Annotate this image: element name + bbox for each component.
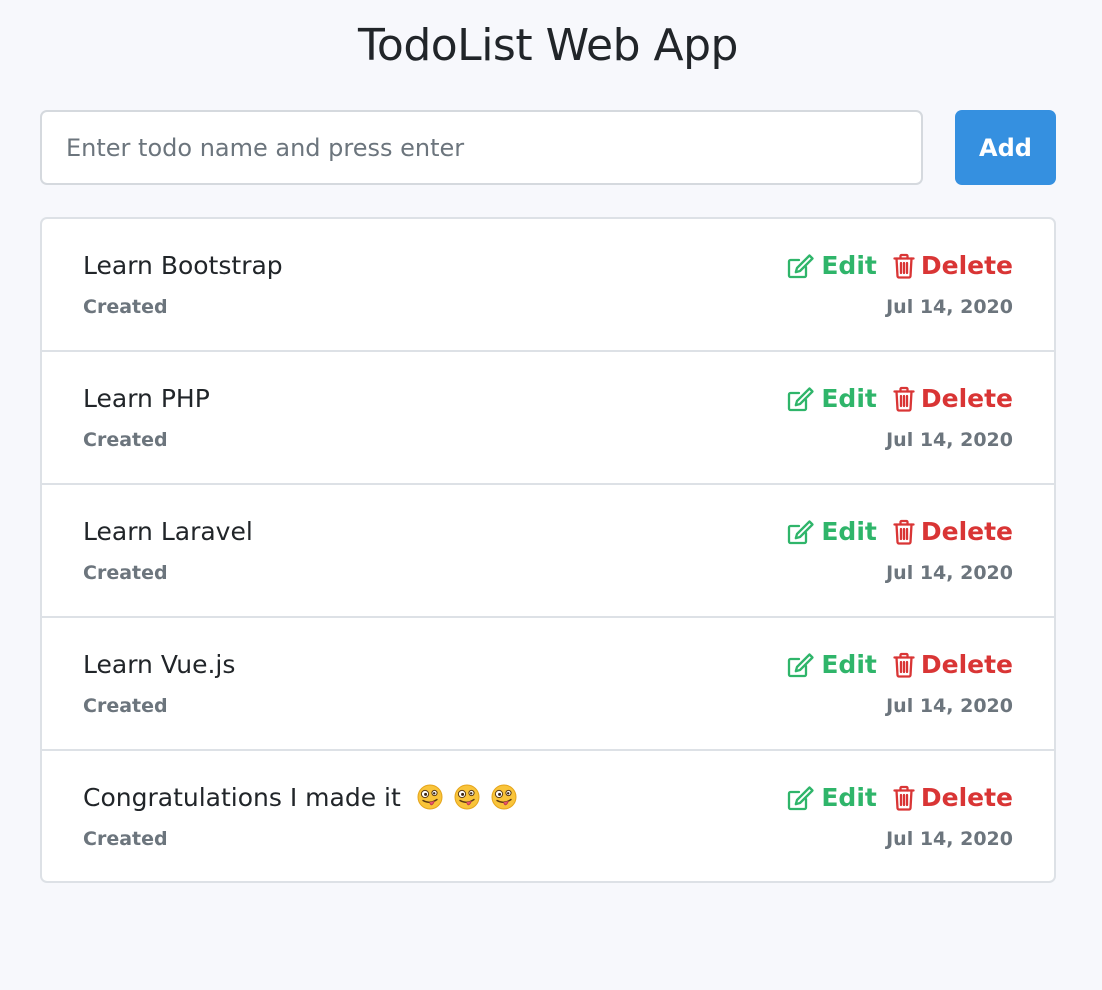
- delete-label: Delete: [920, 650, 1013, 679]
- delete-label: Delete: [920, 251, 1013, 280]
- trash-icon: [893, 652, 915, 678]
- trash-icon: [893, 386, 915, 412]
- todo-status: Created: [83, 828, 168, 850]
- todo-actions: Edit Delete: [787, 781, 1013, 815]
- todo-actions: Edit Delete: [787, 515, 1013, 549]
- edit-button[interactable]: Edit: [787, 382, 877, 416]
- edit-icon: [787, 253, 815, 279]
- edit-button[interactable]: Edit: [787, 515, 877, 549]
- todo-date: Jul 14, 2020: [886, 296, 1013, 318]
- todo-name: Learn Bootstrap: [83, 251, 283, 280]
- add-todo-form: Add: [40, 110, 1056, 185]
- edit-button[interactable]: Edit: [787, 648, 877, 682]
- trash-icon: [893, 785, 915, 811]
- todo-date: Jul 14, 2020: [886, 562, 1013, 584]
- todo-name: Learn PHP: [83, 384, 210, 413]
- edit-label: Edit: [821, 783, 877, 812]
- trash-icon: [893, 519, 915, 545]
- edit-label: Edit: [821, 251, 877, 280]
- todo-list: Learn Bootstrap Edit Delete Created Jul …: [40, 217, 1056, 883]
- delete-button[interactable]: Delete: [893, 382, 1013, 416]
- delete-button[interactable]: Delete: [893, 648, 1013, 682]
- edit-label: Edit: [821, 650, 877, 679]
- todo-date: Jul 14, 2020: [886, 695, 1013, 717]
- todo-actions: Edit Delete: [787, 249, 1013, 283]
- todo-actions: Edit Delete: [787, 382, 1013, 416]
- todo-name: Learn Laravel: [83, 517, 253, 546]
- todo-status: Created: [83, 429, 168, 451]
- todo-item: Learn Vue.js Edit Delete Created Jul 14,…: [42, 618, 1054, 751]
- todo-name-input[interactable]: [40, 110, 923, 185]
- edit-icon: [787, 386, 815, 412]
- edit-label: Edit: [821, 384, 877, 413]
- edit-button[interactable]: Edit: [787, 249, 877, 283]
- todo-date: Jul 14, 2020: [886, 828, 1013, 850]
- add-button[interactable]: Add: [955, 110, 1056, 185]
- delete-button[interactable]: Delete: [893, 781, 1013, 815]
- todo-item: Learn Laravel Edit Delete Created Jul 14…: [42, 485, 1054, 618]
- zany-face-emoji: [454, 784, 480, 810]
- todo-actions: Edit Delete: [787, 648, 1013, 682]
- todo-status: Created: [83, 695, 168, 717]
- todo-date: Jul 14, 2020: [886, 429, 1013, 451]
- edit-button[interactable]: Edit: [787, 781, 877, 815]
- delete-label: Delete: [920, 783, 1013, 812]
- delete-label: Delete: [920, 517, 1013, 546]
- zany-face-emoji: [491, 784, 517, 810]
- page-title: TodoList Web App: [358, 20, 738, 71]
- delete-label: Delete: [920, 384, 1013, 413]
- todo-item: Congratulations I made it Edit Delete Cr…: [42, 751, 1054, 881]
- edit-icon: [787, 652, 815, 678]
- edit-label: Edit: [821, 517, 877, 546]
- edit-icon: [787, 785, 815, 811]
- zany-face-emoji: [417, 784, 443, 810]
- edit-icon: [787, 519, 815, 545]
- delete-button[interactable]: Delete: [893, 249, 1013, 283]
- todo-status: Created: [83, 296, 168, 318]
- todo-name-row: Congratulations I made it: [83, 781, 517, 815]
- todo-status: Created: [83, 562, 168, 584]
- todo-item: Learn PHP Edit Delete Created Jul 14, 20…: [42, 352, 1054, 485]
- todo-item: Learn Bootstrap Edit Delete Created Jul …: [42, 219, 1054, 352]
- delete-button[interactable]: Delete: [893, 515, 1013, 549]
- trash-icon: [893, 253, 915, 279]
- todo-name: Congratulations I made it: [83, 783, 401, 812]
- todo-name: Learn Vue.js: [83, 650, 236, 679]
